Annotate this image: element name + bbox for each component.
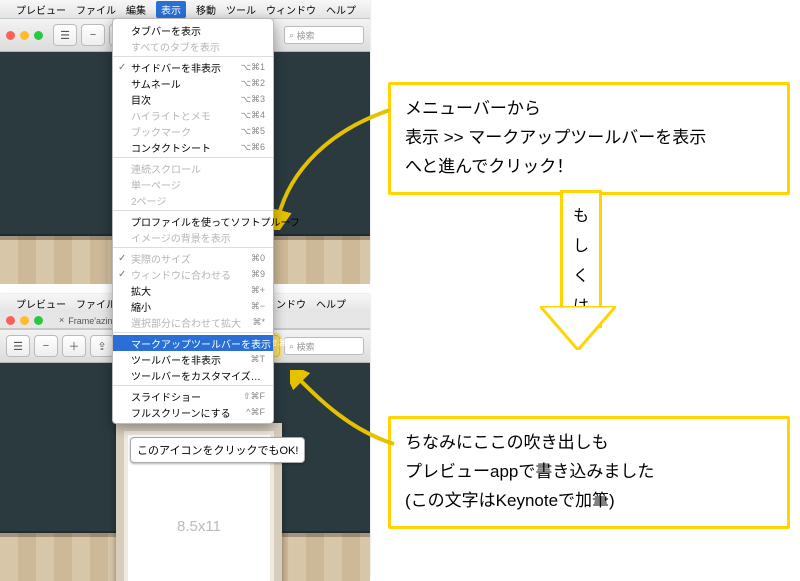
- menu-help[interactable]: ヘルプ: [316, 296, 346, 311]
- screenshot-top: プレビュー ファイル 編集 表示 移動 ツール ウィンドウ ヘルプ ☰ − ＋ …: [0, 0, 370, 282]
- menu-item: ブックマーク⌥⌘5: [113, 123, 273, 139]
- menu-tools[interactable]: ツール: [226, 2, 256, 17]
- menu-file[interactable]: ファイル: [76, 2, 116, 17]
- share-button[interactable]: ⇪: [90, 335, 114, 357]
- menu-view[interactable]: 表示: [156, 1, 186, 18]
- menu-item: 連続スクロール: [113, 160, 273, 176]
- menu-item: 2ページ: [113, 192, 273, 208]
- menu-item[interactable]: コンタクトシート⌥⌘6: [113, 139, 273, 155]
- menu-item[interactable]: ✓サイドバーを非表示⌥⌘1: [113, 59, 273, 75]
- menu-window[interactable]: ウィンドウ: [266, 2, 316, 17]
- menu-item[interactable]: ツールバーを非表示⌘T: [113, 351, 273, 367]
- search-input[interactable]: ⌕ 検索: [284, 337, 364, 355]
- sidebar-toggle-button[interactable]: ☰: [6, 335, 30, 357]
- zoom-out-button[interactable]: −: [81, 24, 105, 46]
- search-icon: ⌕: [289, 30, 294, 41]
- menu-item[interactable]: マークアップツールバーを表示⇧⌘A: [113, 335, 273, 351]
- menu-preview[interactable]: プレビュー: [16, 2, 66, 17]
- menu-item[interactable]: スライドショー⇧⌘F: [113, 388, 273, 404]
- window-controls[interactable]: [6, 316, 43, 325]
- search-input[interactable]: ⌕ 検索: [284, 26, 364, 44]
- menu-preview[interactable]: プレビュー: [16, 296, 66, 311]
- menu-file[interactable]: ファイル: [76, 296, 116, 311]
- menu-item[interactable]: プロファイルを使ってソフトプルーフ: [113, 213, 273, 229]
- view-menu-dropdown: タブバーを表示すべてのタブを表示 ✓サイドバーを非表示⌥⌘1サムネール⌥⌘2目次⌥…: [112, 18, 274, 424]
- menu-item[interactable]: 拡大⌘+: [113, 282, 273, 298]
- zoom-out-button[interactable]: −: [34, 335, 58, 357]
- menu-go[interactable]: 移動: [196, 2, 216, 17]
- arrow-head-icon: [540, 306, 616, 350]
- menu-item: 選択部分に合わせて拡大⌘*: [113, 314, 273, 330]
- menu-item[interactable]: 目次⌥⌘3: [113, 91, 273, 107]
- annotation-note-2: ちなみにここの吹き出しも プレビューappで書き込みました (この文字はKeyn…: [388, 416, 790, 529]
- menu-item: 単一ページ: [113, 176, 273, 192]
- menu-help[interactable]: ヘルプ: [326, 2, 356, 17]
- menu-item: すべてのタブを表示: [113, 38, 273, 54]
- window-controls[interactable]: [6, 31, 43, 40]
- speech-bubble: このアイコンをクリックでもOK!: [130, 437, 305, 463]
- menu-edit[interactable]: 編集: [126, 2, 146, 17]
- annotation-note-1: メニューバーから 表示 >> マークアップツールバーを表示 へと進んでクリック！: [388, 82, 790, 195]
- zoom-in-button[interactable]: ＋: [62, 335, 86, 357]
- sidebar-toggle-button[interactable]: ☰: [53, 24, 77, 46]
- menu-item[interactable]: フルスクリーンにする^⌘F: [113, 404, 273, 420]
- menubar: プレビュー ファイル 編集 表示 移動 ツール ウィンドウ ヘルプ: [0, 0, 370, 18]
- menu-item[interactable]: サムネール⌥⌘2: [113, 75, 273, 91]
- menu-item: ✓ウィンドウに合わせる⌘9: [113, 266, 273, 282]
- menu-item: ✓実際のサイズ⌘0: [113, 250, 273, 266]
- or-arrow: も し く は: [540, 190, 616, 350]
- menu-item[interactable]: 縮小⌘−: [113, 298, 273, 314]
- menu-item[interactable]: ツールバーをカスタマイズ…: [113, 367, 273, 383]
- menu-item: イメージの背景を表示: [113, 229, 273, 245]
- menu-item: ハイライトとメモ⌥⌘4: [113, 107, 273, 123]
- menu-item[interactable]: タブバーを表示: [113, 22, 273, 38]
